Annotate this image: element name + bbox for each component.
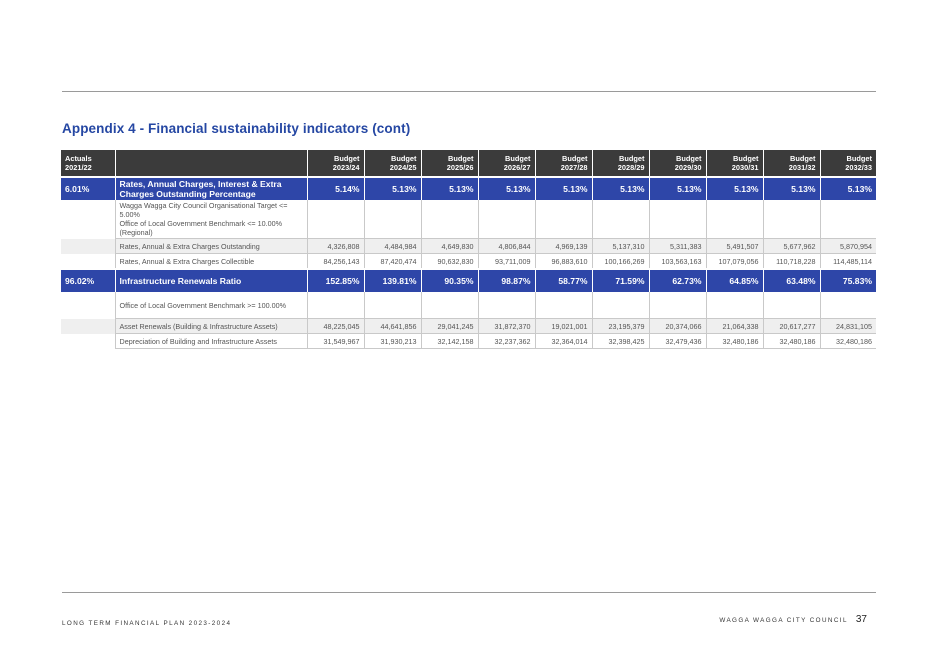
indicator-value: 5.13% bbox=[820, 176, 876, 200]
row-value: 19,021,001 bbox=[535, 318, 593, 334]
row-value: 48,225,045 bbox=[307, 318, 365, 334]
indicator-actual: 6.01% bbox=[61, 176, 116, 200]
indicator-value: 64.85% bbox=[706, 268, 764, 292]
indicator-row-rates: 6.01% Rates, Annual Charges, Interest & … bbox=[61, 176, 876, 200]
footer-document-title: LONG TERM FINANCIAL PLAN 2023-2024 bbox=[62, 620, 232, 627]
row-value: 5,491,507 bbox=[706, 238, 764, 254]
row-value: 31,549,967 bbox=[307, 333, 365, 349]
row-value: 32,237,362 bbox=[478, 333, 536, 349]
indicator-value: 139.81% bbox=[364, 268, 422, 292]
row-value: 5,870,954 bbox=[820, 238, 876, 254]
row-label: Rates, Annual & Extra Charges Collectibl… bbox=[115, 253, 308, 270]
row-label: Depreciation of Building and Infrastruct… bbox=[115, 333, 308, 349]
budget-header: Budget 2028/29 bbox=[592, 150, 650, 177]
indicator-value: 5.13% bbox=[478, 176, 536, 200]
row-value: 4,806,844 bbox=[478, 238, 536, 254]
description-header bbox=[115, 150, 308, 177]
benchmark-row: Wagga Wagga City Council Organisational … bbox=[61, 200, 876, 239]
budget-header: Budget 2024/25 bbox=[364, 150, 422, 177]
indicator-actual: 96.02% bbox=[61, 268, 116, 292]
row-value: 84,256,143 bbox=[307, 253, 365, 270]
row-value: 32,480,186 bbox=[706, 333, 764, 349]
indicator-value: 5.13% bbox=[421, 176, 479, 200]
budget-header: Budget 2026/27 bbox=[478, 150, 536, 177]
indicator-label: Infrastructure Renewals Ratio bbox=[115, 268, 308, 292]
row-value: 4,649,830 bbox=[421, 238, 479, 254]
row-value: 32,364,014 bbox=[535, 333, 593, 349]
header-row: Actuals 2021/22 Budget 2023/24 Budget 2024/… bbox=[61, 150, 876, 177]
row-value: 114,485,114 bbox=[820, 253, 876, 270]
indicators-table: Actuals 2021/22 Budget 2023/24 Budget 2024/… bbox=[61, 150, 876, 349]
row-label: Asset Renewals (Building & Infrastructur… bbox=[115, 318, 308, 334]
indicator-value: 98.87% bbox=[478, 268, 536, 292]
budget-header: Budget 2025/26 bbox=[421, 150, 479, 177]
row-value: 24,831,105 bbox=[820, 318, 876, 334]
benchmark-text: Office of Local Government Benchmark >= … bbox=[115, 292, 308, 319]
row-value: 4,969,139 bbox=[535, 238, 593, 254]
row-value: 44,641,856 bbox=[364, 318, 422, 334]
budget-header: Budget 2023/24 bbox=[307, 150, 365, 177]
indicator-value: 5.13% bbox=[706, 176, 764, 200]
actuals-header: Actuals 2021/22 bbox=[61, 150, 116, 177]
top-rule bbox=[62, 91, 876, 92]
indicator-value: 75.83% bbox=[820, 268, 876, 292]
indicator-value: 5.13% bbox=[364, 176, 422, 200]
indicator-value: 58.77% bbox=[535, 268, 593, 292]
row-label: Rates, Annual & Extra Charges Outstandin… bbox=[115, 238, 308, 254]
indicator-value: 5.13% bbox=[649, 176, 707, 200]
budget-header: Budget 2027/28 bbox=[535, 150, 593, 177]
budget-header: Budget 2031/32 bbox=[763, 150, 821, 177]
footer-right: WAGGA WAGGA CITY COUNCIL 37 bbox=[719, 614, 867, 625]
row-value: 87,420,474 bbox=[364, 253, 422, 270]
indicator-value: 62.73% bbox=[649, 268, 707, 292]
indicator-value: 63.48% bbox=[763, 268, 821, 292]
indicator-value: 5.13% bbox=[592, 176, 650, 200]
row-value: 23,195,379 bbox=[592, 318, 650, 334]
bottom-rule bbox=[62, 592, 876, 593]
row-value: 31,930,213 bbox=[364, 333, 422, 349]
table-row: Rates, Annual & Extra Charges Outstandin… bbox=[61, 238, 876, 254]
row-value: 5,137,310 bbox=[592, 238, 650, 254]
row-value: 20,617,277 bbox=[763, 318, 821, 334]
indicator-value: 71.59% bbox=[592, 268, 650, 292]
table-row: Rates, Annual & Extra Charges Collectibl… bbox=[61, 253, 876, 270]
budget-header: Budget 2032/33 bbox=[820, 150, 876, 177]
row-value: 32,480,186 bbox=[763, 333, 821, 349]
row-value: 93,711,009 bbox=[478, 253, 536, 270]
indicator-value: 5.13% bbox=[535, 176, 593, 200]
page-number: 37 bbox=[855, 614, 867, 625]
row-value: 5,677,962 bbox=[763, 238, 821, 254]
row-value: 32,398,425 bbox=[592, 333, 650, 349]
row-value: 32,480,186 bbox=[820, 333, 876, 349]
benchmark-row: Office of Local Government Benchmark >= … bbox=[61, 292, 876, 319]
row-value: 32,479,436 bbox=[649, 333, 707, 349]
row-value: 4,326,808 bbox=[307, 238, 365, 254]
benchmark-text: Wagga Wagga City Council Organisational … bbox=[115, 200, 308, 239]
indicator-value: 90.35% bbox=[421, 268, 479, 292]
budget-header: Budget 2030/31 bbox=[706, 150, 764, 177]
row-value: 4,484,984 bbox=[364, 238, 422, 254]
indicator-label: Rates, Annual Charges, Interest & Extra … bbox=[115, 176, 308, 200]
table-row: Asset Renewals (Building & Infrastructur… bbox=[61, 318, 876, 334]
table-row: Depreciation of Building and Infrastruct… bbox=[61, 333, 876, 349]
row-value: 100,166,269 bbox=[592, 253, 650, 270]
row-value: 32,142,158 bbox=[421, 333, 479, 349]
budget-header: Budget 2029/30 bbox=[649, 150, 707, 177]
footer-council-name: WAGGA WAGGA CITY COUNCIL bbox=[719, 617, 848, 624]
indicator-row-renewals: 96.02% Infrastructure Renewals Ratio 152… bbox=[61, 268, 876, 292]
row-value: 21,064,338 bbox=[706, 318, 764, 334]
indicator-value: 152.85% bbox=[307, 268, 365, 292]
row-value: 31,872,370 bbox=[478, 318, 536, 334]
row-value: 103,563,163 bbox=[649, 253, 707, 270]
row-value: 107,079,056 bbox=[706, 253, 764, 270]
page-title: Appendix 4 - Financial sustainability in… bbox=[62, 121, 411, 136]
row-value: 90,632,830 bbox=[421, 253, 479, 270]
indicator-value: 5.13% bbox=[763, 176, 821, 200]
row-value: 110,718,228 bbox=[763, 253, 821, 270]
indicator-value: 5.14% bbox=[307, 176, 365, 200]
row-value: 20,374,066 bbox=[649, 318, 707, 334]
row-value: 5,311,383 bbox=[649, 238, 707, 254]
row-value: 96,883,610 bbox=[535, 253, 593, 270]
row-value: 29,041,245 bbox=[421, 318, 479, 334]
